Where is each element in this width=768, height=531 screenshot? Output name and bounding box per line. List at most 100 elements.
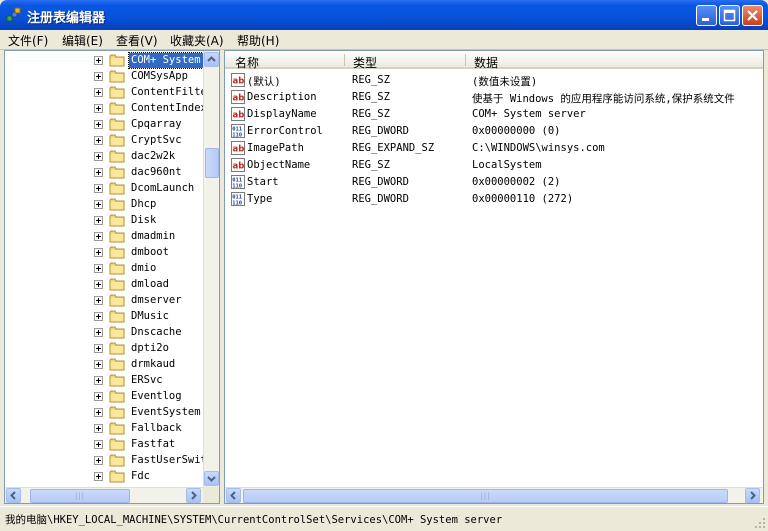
tree-item[interactable]: Dnscache	[5, 325, 205, 341]
scroll-down-button[interactable]	[204, 471, 219, 486]
tree-item[interactable]: Disk	[5, 213, 205, 229]
tree-horizontal-scrollbar[interactable]: |||	[5, 487, 203, 503]
tree-item[interactable]: dmserver	[5, 293, 205, 309]
expand-icon[interactable]	[94, 456, 103, 465]
tree-item[interactable]: FastUserSwit	[5, 453, 207, 469]
column-divider[interactable]	[465, 54, 466, 66]
menu-view[interactable]: 查看(V)	[116, 32, 158, 49]
tree-item[interactable]: ContentIndex	[5, 101, 207, 117]
value-row[interactable]: 011 110 Type REG_DWORD 0x00000110 (272)	[225, 191, 763, 208]
expand-icon[interactable]	[94, 72, 103, 81]
expand-icon[interactable]	[94, 312, 103, 321]
column-name-header[interactable]: 名称	[235, 54, 259, 71]
value-row[interactable]: 011 110 ErrorControl REG_DWORD 0x00000000 (0…	[225, 123, 763, 140]
tree-item[interactable]: drmkaud	[5, 357, 205, 373]
binary-value-icon: 011110	[231, 192, 245, 206]
column-data-header[interactable]: 数据	[474, 54, 498, 71]
tree-item[interactable]: dac2w2k	[5, 149, 205, 165]
registry-values-list[interactable]: 名称 类型 数据 ab (默认) REG_SZ (数值未设置) ab Descriptio…	[224, 50, 764, 504]
tree-item[interactable]: dac960nt	[5, 165, 205, 181]
scroll-right-button[interactable]	[186, 488, 201, 503]
expand-icon[interactable]	[94, 120, 103, 129]
tree-item[interactable]: COM+ System	[5, 52, 205, 69]
expand-icon[interactable]	[94, 472, 103, 481]
tree-item[interactable]: dmadmin	[5, 229, 205, 245]
expand-icon[interactable]	[94, 200, 103, 209]
expand-icon[interactable]	[94, 392, 103, 401]
tree-item[interactable]: dpti2o	[5, 341, 205, 357]
expand-icon[interactable]	[94, 440, 103, 449]
arrow-left-icon	[10, 491, 16, 500]
value-row[interactable]: ab DisplayName REG_SZ COM+ System server	[225, 106, 763, 123]
expand-icon[interactable]	[94, 232, 103, 241]
tree-item[interactable]: ERSvc	[5, 373, 205, 389]
tree-item[interactable]: CryptSvc	[5, 133, 205, 149]
expand-icon[interactable]	[94, 168, 103, 177]
value-name: ObjectName	[247, 159, 311, 171]
value-row[interactable]: ab ImagePath REG_EXPAND_SZ C:\WINDOWS\winsy…	[225, 140, 763, 157]
expand-icon[interactable]	[94, 328, 103, 337]
column-type-header[interactable]: 类型	[353, 54, 377, 71]
expand-icon[interactable]	[94, 56, 103, 65]
tree-item[interactable]: DMusic	[5, 309, 205, 325]
tree-item[interactable]: Fallback	[5, 421, 205, 437]
expand-icon[interactable]	[94, 296, 103, 305]
tree-item[interactable]: Dhcp	[5, 197, 205, 213]
maximize-button[interactable]	[719, 5, 740, 26]
expand-icon[interactable]	[94, 280, 103, 289]
tree-item[interactable]: EventSystem	[5, 405, 205, 421]
expand-icon[interactable]	[94, 344, 103, 353]
value-row[interactable]: ab ObjectName REG_SZ LocalSystem	[225, 157, 763, 174]
registry-key-tree[interactable]: COM+ System COMSysApp ContentFilte ContentI…	[4, 50, 220, 504]
scroll-up-button[interactable]	[204, 52, 219, 67]
scroll-right-button[interactable]	[745, 488, 760, 503]
expand-icon[interactable]	[94, 88, 103, 97]
value-row[interactable]: ab Description REG_SZ 使基于 Windows 的应用程序能访问系…	[225, 89, 763, 106]
tree-item[interactable]: DcomLaunch	[5, 181, 205, 197]
column-divider[interactable]	[344, 54, 345, 66]
value-row[interactable]: ab (默认) REG_SZ (数值未设置)	[225, 72, 763, 89]
expand-icon[interactable]	[94, 152, 103, 161]
tree-item[interactable]: Fdc	[5, 469, 205, 485]
expand-icon[interactable]	[94, 184, 103, 193]
tree-item-label: FastUserSwit	[131, 454, 207, 466]
list-hscroll-thumb[interactable]: |||	[243, 489, 728, 503]
expand-icon[interactable]	[94, 424, 103, 433]
scroll-left-button[interactable]	[6, 488, 21, 503]
tree-vertical-scrollbar[interactable]	[203, 51, 219, 487]
menu-help[interactable]: 帮助(H)	[237, 32, 279, 49]
folder-icon	[109, 214, 125, 227]
tree-item[interactable]: ContentFilte	[5, 85, 207, 101]
tree-hscroll-thumb[interactable]: |||	[30, 489, 130, 503]
expand-icon[interactable]	[94, 264, 103, 273]
expand-icon[interactable]	[94, 104, 103, 113]
folder-icon	[109, 406, 125, 419]
tree-item[interactable]: Fastfat	[5, 437, 205, 453]
close-icon	[747, 10, 758, 21]
expand-icon[interactable]	[94, 216, 103, 225]
value-row[interactable]: 011 110 Start REG_DWORD 0x00000002 (2)	[225, 174, 763, 191]
tree-item[interactable]: Cpqarray	[5, 117, 205, 133]
resize-grip-icon[interactable]	[754, 517, 766, 529]
tree-item[interactable]: dmload	[5, 277, 205, 293]
expand-icon[interactable]	[94, 408, 103, 417]
list-horizontal-scrollbar[interactable]: |||	[225, 487, 763, 503]
menu-file[interactable]: 文件(F)	[8, 32, 48, 49]
minimize-button[interactable]	[696, 5, 717, 26]
expand-icon[interactable]	[94, 136, 103, 145]
menu-edit[interactable]: 编辑(E)	[62, 32, 103, 49]
close-button[interactable]	[742, 5, 763, 26]
scroll-left-button[interactable]	[226, 488, 241, 503]
title-bar[interactable]: 注册表编辑器	[0, 0, 768, 30]
svg-text:110: 110	[232, 201, 242, 207]
tree-item[interactable]: dmio	[5, 261, 205, 277]
tree-item[interactable]: Eventlog	[5, 389, 205, 405]
expand-icon[interactable]	[94, 360, 103, 369]
expand-icon[interactable]	[94, 376, 103, 385]
tree-item[interactable]: COMSysApp	[5, 69, 205, 85]
tree-scroll-thumb[interactable]	[205, 148, 219, 178]
string-value-icon: ab	[231, 158, 245, 172]
expand-icon[interactable]	[94, 248, 103, 257]
tree-item[interactable]: dmboot	[5, 245, 205, 261]
menu-favorites[interactable]: 收藏夹(A)	[170, 32, 224, 49]
